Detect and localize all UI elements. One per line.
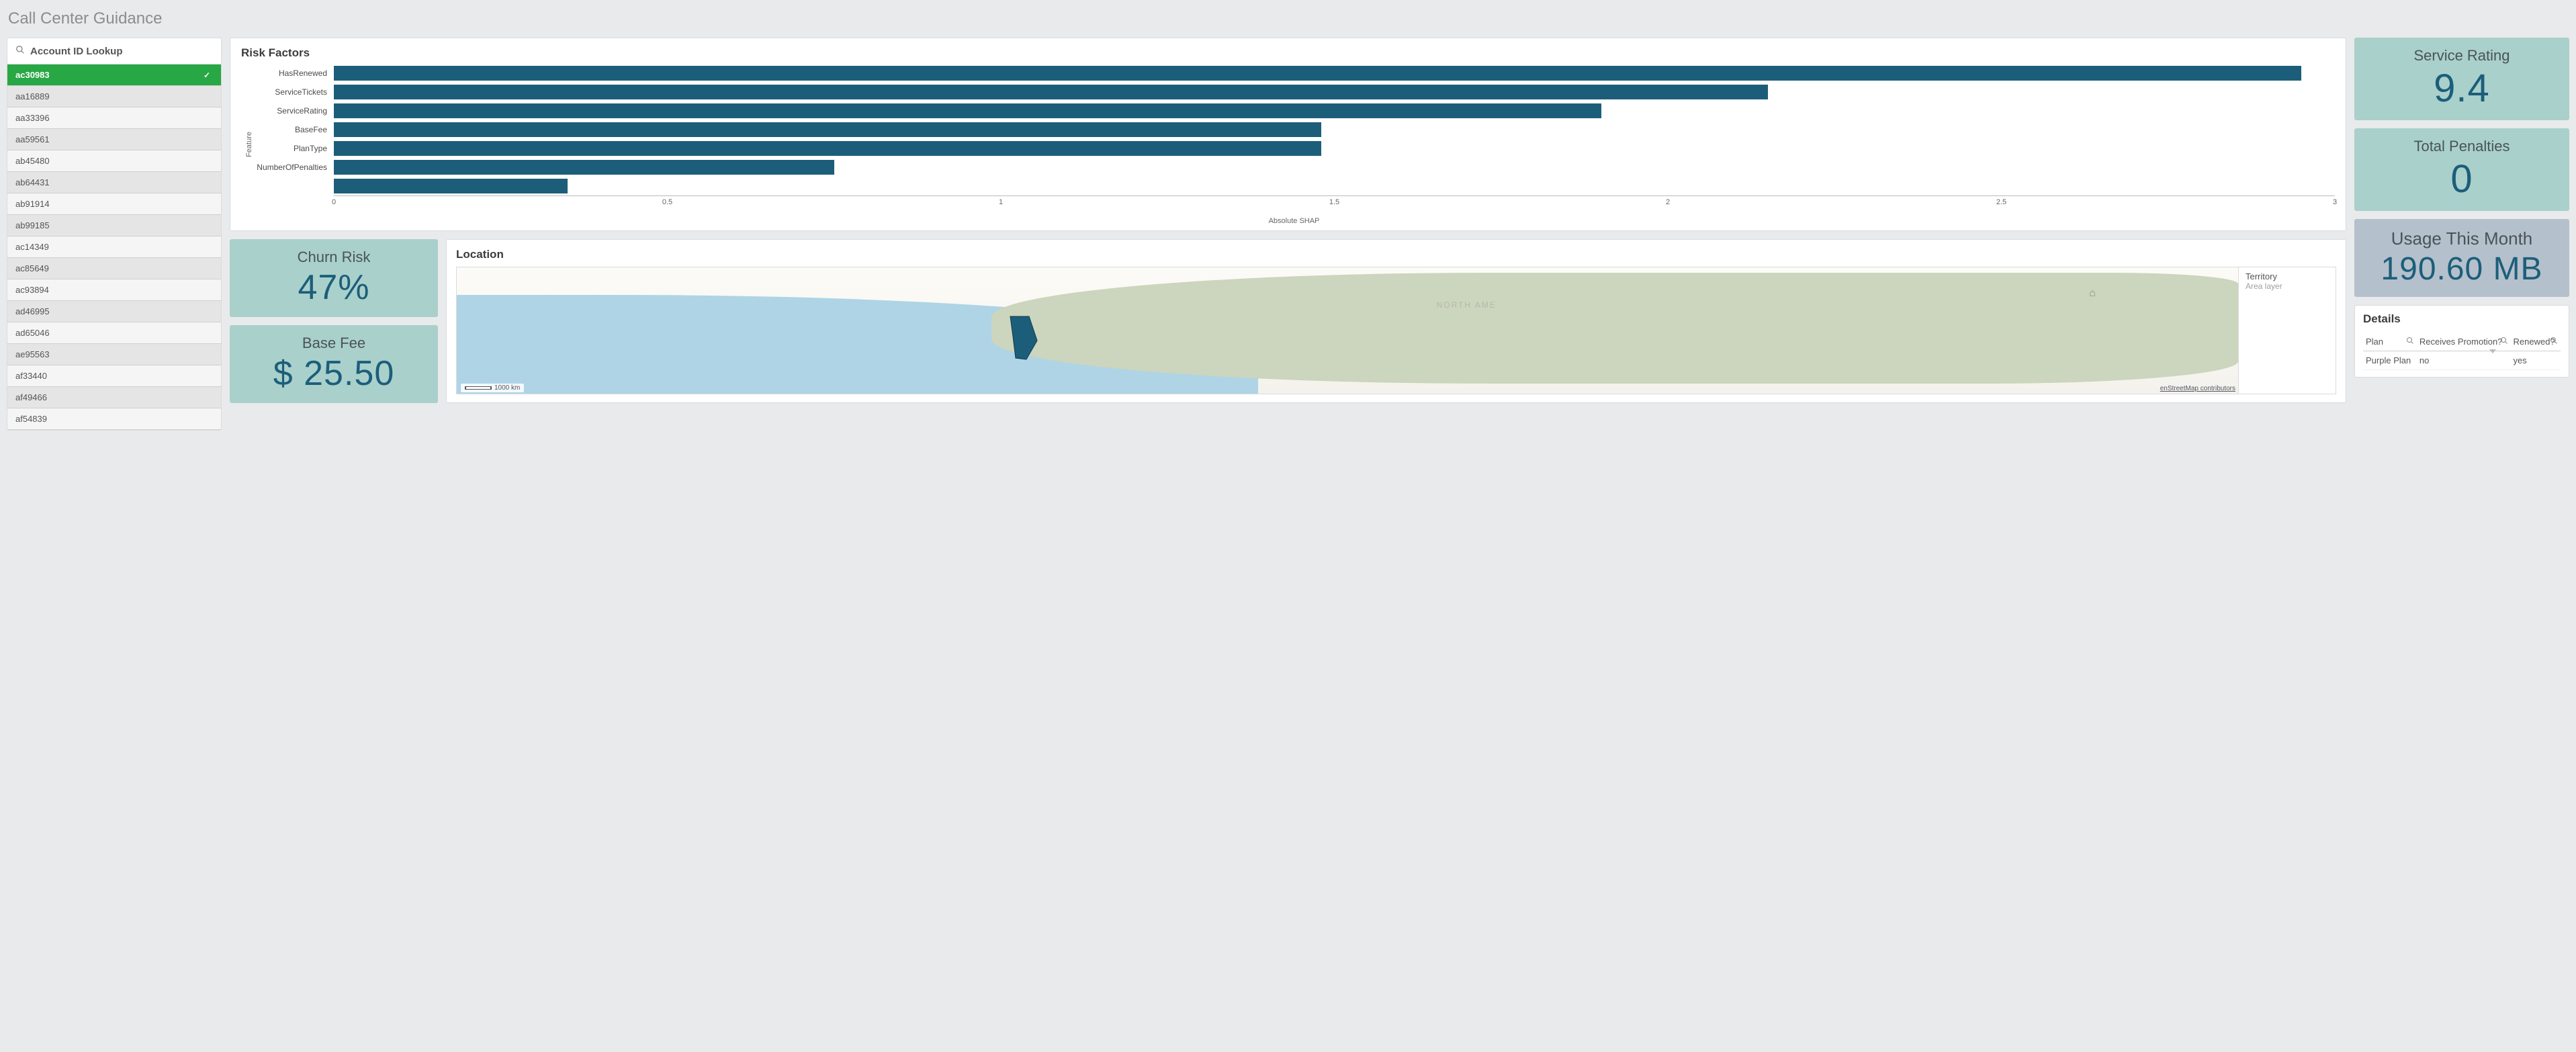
account-list-panel: Account ID Lookup ac30983aa16889aa33396a… <box>7 38 222 431</box>
account-row[interactable]: ac85649 <box>7 258 221 279</box>
kpi-value: 0 <box>2450 157 2473 202</box>
chart-ylabel: Feature <box>241 132 253 157</box>
map-title: Location <box>456 248 2336 261</box>
xaxis-tick: 3 <box>2333 198 2337 206</box>
cell-plan: Purple Plan <box>2363 351 2417 370</box>
details-column-header[interactable]: Plan <box>2363 333 2417 351</box>
kpi-usage: Usage This Month 190.60 MB <box>2354 219 2569 297</box>
location-panel: Location NORTH AME ⌂ 1000 km enStreet <box>446 239 2346 403</box>
kpi-value: 9.4 <box>2434 66 2490 111</box>
map-legend: Territory Area layer <box>2238 267 2336 394</box>
map-scale: 1000 km <box>461 384 524 392</box>
search-icon[interactable] <box>2550 337 2558 345</box>
kpi-value: 190.60 MB <box>2381 251 2542 288</box>
xaxis-tick: 2.5 <box>1996 198 2006 206</box>
bar[interactable] <box>334 122 1321 137</box>
page-title: Call Center Guidance <box>7 4 2569 31</box>
kpi-churn-risk: Churn Risk 47% <box>230 239 438 317</box>
account-row[interactable]: ae95563 <box>7 344 221 365</box>
kpi-label: Churn Risk <box>298 249 371 266</box>
map-continent-label: NORTH AME <box>1437 300 1497 310</box>
bar-category-label: HasRenewed <box>253 69 334 78</box>
bar-category-label: BaseFee <box>253 125 334 134</box>
sort-desc-icon[interactable] <box>2489 349 2496 353</box>
cell-promotion: no <box>2417 351 2511 370</box>
kpi-label: Base Fee <box>302 335 365 352</box>
bar-category-label: ServiceRating <box>253 106 334 116</box>
account-row[interactable]: af54839 <box>7 408 221 430</box>
legend-title: Territory <box>2246 271 2329 281</box>
account-row[interactable]: ab45480 <box>7 150 221 172</box>
kpi-value: $ 25.50 <box>273 353 395 394</box>
details-column-header[interactable]: Renewed? <box>2511 333 2561 351</box>
account-row[interactable]: af49466 <box>7 387 221 408</box>
chart-title: Risk Factors <box>241 46 2335 60</box>
bar[interactable] <box>334 85 1768 99</box>
account-lookup-label: Account ID Lookup <box>30 46 123 57</box>
account-row[interactable]: aa33396 <box>7 107 221 129</box>
details-title: Details <box>2363 312 2561 326</box>
account-row[interactable]: aa59561 <box>7 129 221 150</box>
map-canvas[interactable]: NORTH AME ⌂ 1000 km enStreetMap contribu… <box>457 267 2238 394</box>
xaxis-tick: 2 <box>1666 198 1670 206</box>
map-land <box>991 273 2238 384</box>
map-highlight-region <box>1009 315 1038 362</box>
bar[interactable] <box>334 103 1601 118</box>
legend-subtitle: Area layer <box>2246 281 2329 291</box>
bar[interactable] <box>334 66 2301 81</box>
chart-xlabel: Absolute SHAP <box>253 217 2335 225</box>
kpi-label: Usage This Month <box>2391 228 2533 249</box>
account-row[interactable]: ab91914 <box>7 193 221 215</box>
xaxis-tick: 0.5 <box>662 198 672 206</box>
search-icon[interactable] <box>2406 337 2414 345</box>
map-attribution[interactable]: enStreetMap contributors <box>2160 385 2235 392</box>
search-icon[interactable] <box>2500 337 2508 345</box>
details-table: PlanReceives Promotion?Renewed? Purple P… <box>2363 333 2561 370</box>
kpi-value: 47% <box>298 267 369 308</box>
account-row[interactable]: ad46995 <box>7 301 221 322</box>
account-row[interactable]: ac30983 <box>7 64 221 86</box>
risk-factors-chart: Risk Factors Feature HasRenewed ServiceTi… <box>230 38 2346 231</box>
details-row[interactable]: Purple Plannoyes <box>2363 351 2561 370</box>
kpi-base-fee: Base Fee $ 25.50 <box>230 325 438 403</box>
account-row[interactable]: ab99185 <box>7 215 221 236</box>
account-row[interactable]: ac14349 <box>7 236 221 258</box>
bar[interactable] <box>334 179 568 193</box>
account-row[interactable]: af33440 <box>7 365 221 387</box>
kpi-label: Service Rating <box>2413 47 2510 64</box>
details-column-header[interactable]: Receives Promotion? <box>2417 333 2511 351</box>
account-row[interactable]: aa16889 <box>7 86 221 107</box>
kpi-label: Total Penalties <box>2413 138 2510 155</box>
bar-category-label: PlanType <box>253 144 334 153</box>
xaxis-tick: 1.5 <box>1329 198 1339 206</box>
bar[interactable] <box>334 160 834 175</box>
xaxis-tick: 1 <box>999 198 1003 206</box>
kpi-service-rating: Service Rating 9.4 <box>2354 38 2569 120</box>
account-row[interactable]: ad65046 <box>7 322 221 344</box>
account-row[interactable]: ac93894 <box>7 279 221 301</box>
kpi-total-penalties: Total Penalties 0 <box>2354 128 2569 211</box>
details-panel: Details PlanReceives Promotion?Renewed? … <box>2354 305 2569 378</box>
cell-renewed: yes <box>2511 351 2561 370</box>
bar-category-label: ServiceTickets <box>253 87 334 97</box>
bar[interactable] <box>334 141 1321 156</box>
bar-category-label: NumberOfPenalties <box>253 163 334 172</box>
xaxis-tick: 0 <box>332 198 336 206</box>
account-lookup-header[interactable]: Account ID Lookup <box>7 38 221 64</box>
account-row[interactable]: ab64431 <box>7 172 221 193</box>
home-icon[interactable]: ⌂ <box>2089 288 2096 300</box>
search-icon <box>15 45 25 57</box>
